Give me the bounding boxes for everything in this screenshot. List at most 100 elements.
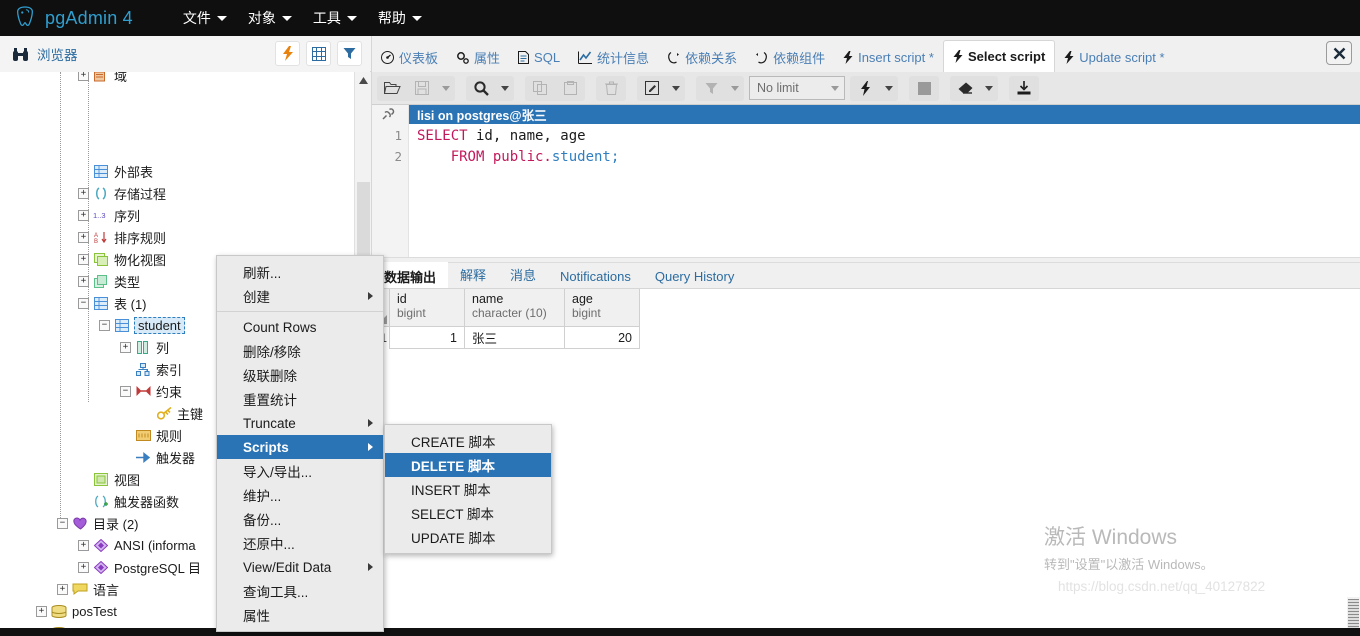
tab-dashboard[interactable]: 仪表板 [372, 42, 447, 72]
menu-help[interactable]: 帮助 [368, 4, 432, 32]
context-menu-item[interactable]: 还原中... [217, 531, 383, 555]
tree-node[interactable]: + 物化视图 [78, 248, 166, 270]
submenu-item[interactable]: UPDATE 脚本 [385, 525, 551, 549]
expand-toggle-icon[interactable]: + [78, 209, 89, 221]
menu-tools[interactable]: 工具 [303, 4, 367, 32]
tree-node[interactable]: − student [99, 314, 185, 336]
filter-button[interactable] [337, 41, 362, 66]
context-menu-item[interactable]: Truncate [217, 411, 383, 435]
result-grid[interactable]: id bigint name character (10) age bigint… [372, 289, 1360, 369]
sql-code[interactable]: SELECT id, name, age FROM public.student… [417, 126, 619, 168]
execute-dropdown-button[interactable] [880, 76, 898, 101]
tree-node[interactable]: 外部表 [78, 160, 153, 182]
collapse-toggle-icon[interactable]: − [99, 319, 110, 331]
tree-node[interactable]: 视图 [78, 468, 140, 490]
context-menu-item[interactable]: 属性 [217, 603, 383, 627]
tree-node[interactable]: − 目录 (2) [57, 512, 139, 534]
expand-toggle-icon[interactable]: + [78, 187, 89, 199]
expand-toggle-icon[interactable]: + [78, 72, 89, 81]
context-menu-item[interactable]: Scripts [217, 435, 383, 459]
collapse-toggle-icon[interactable]: − [78, 297, 89, 309]
tree-node[interactable]: 触发器 [120, 446, 195, 468]
tree-node[interactable]: + 类型 [78, 270, 140, 292]
tree-node[interactable]: + posTest [36, 600, 117, 622]
execute-button[interactable] [850, 76, 880, 101]
context-menu-item[interactable]: 查询工具... [217, 579, 383, 603]
context-menu-item[interactable]: View/Edit Data [217, 555, 383, 579]
delete-button[interactable] [596, 76, 626, 101]
scripts-submenu[interactable]: CREATE 脚本 DELETE 脚本 INSERT 脚本 SELECT 脚本 UPDA… [384, 424, 552, 554]
expand-toggle-icon[interactable]: + [78, 561, 89, 573]
cell-id[interactable]: 1 [390, 327, 465, 349]
collapse-toggle-icon[interactable]: − [120, 385, 131, 397]
expand-toggle-icon[interactable]: + [78, 275, 89, 287]
filter-rows-button[interactable] [696, 76, 726, 101]
tree-node[interactable]: 主键 [141, 402, 203, 424]
menu-file[interactable]: 文件 [173, 4, 237, 32]
context-menu-item[interactable]: 备份... [217, 507, 383, 531]
clear-dropdown-button[interactable] [980, 76, 998, 101]
tab-explain[interactable]: 解释 [448, 261, 498, 288]
column-header-age[interactable]: age bigint [565, 289, 640, 327]
submenu-item[interactable]: DELETE 脚本 [385, 453, 551, 477]
column-header-id[interactable]: id bigint [390, 289, 465, 327]
context-menu-item[interactable]: Count Rows [217, 315, 383, 339]
edit-button[interactable] [637, 76, 667, 101]
context-menu-item[interactable]: 创建 [217, 284, 383, 308]
context-menu-item[interactable]: 删除/移除 [217, 339, 383, 363]
tab-properties[interactable]: 属性 [447, 42, 509, 72]
context-menu-item[interactable]: 级联删除 [217, 363, 383, 387]
tree-node[interactable]: + 列 [120, 336, 169, 358]
cell-age[interactable]: 20 [565, 327, 640, 349]
expand-toggle-icon[interactable]: + [78, 253, 89, 265]
tree-node[interactable]: 索引 [120, 358, 182, 380]
collapse-toggle-icon[interactable]: − [57, 517, 68, 529]
context-menu-item[interactable]: 导入/导出... [217, 459, 383, 483]
tab-update-script[interactable]: Update script * [1055, 42, 1173, 72]
expand-toggle-icon[interactable]: + [78, 231, 89, 243]
tab-messages[interactable]: 消息 [498, 261, 548, 288]
cell-name[interactable]: 张三 [465, 327, 565, 349]
close-panel-button[interactable] [1326, 41, 1352, 65]
table-row[interactable]: 1 1 张三 20 [372, 327, 1360, 349]
tab-dependencies[interactable]: 依赖关系 [658, 42, 746, 72]
expand-toggle-icon[interactable]: + [78, 539, 89, 551]
expand-toggle-icon[interactable]: + [36, 605, 47, 617]
tree-node[interactable]: + 域 [78, 72, 127, 86]
sql-editor[interactable]: 1 2 lisi on postgres@张三 SELECT id, name,… [372, 105, 1360, 257]
tab-select-script[interactable]: Select script [942, 40, 1056, 72]
tree-node[interactable]: + ANSI (informa [78, 534, 196, 556]
paste-button[interactable] [555, 76, 585, 101]
context-menu-item[interactable]: 维护... [217, 483, 383, 507]
tab-statistics[interactable]: 统计信息 [569, 42, 658, 72]
download-button[interactable] [1009, 76, 1039, 101]
grid-view-button[interactable] [306, 41, 331, 66]
tree-node[interactable]: − 表 (1) [78, 292, 147, 314]
copy-button[interactable] [525, 76, 555, 101]
quick-execute-button[interactable] [275, 41, 300, 66]
find-dropdown-button[interactable] [496, 76, 514, 101]
context-menu-item[interactable]: 刷新... [217, 260, 383, 284]
row-limit-select[interactable]: No limit [749, 76, 845, 100]
menu-object[interactable]: 对象 [238, 4, 302, 32]
expand-toggle-icon[interactable]: + [57, 583, 68, 595]
open-file-button[interactable] [377, 76, 407, 101]
tree-node[interactable]: 触发器函数 [78, 490, 179, 512]
column-header-name[interactable]: name character (10) [465, 289, 565, 327]
save-dropdown-button[interactable] [437, 76, 455, 101]
tab-dependents[interactable]: 依赖组件 [746, 42, 834, 72]
pin-icon[interactable] [372, 105, 402, 125]
tree-node[interactable]: +1..3 序列 [78, 204, 140, 226]
clear-button[interactable] [950, 76, 980, 101]
tree-node[interactable]: − 约束 [120, 380, 182, 402]
tree-node[interactable]: + PostgreSQL 目 [78, 556, 201, 578]
tree-node[interactable]: + A B 排序规则 [78, 226, 166, 248]
submenu-item[interactable]: INSERT 脚本 [385, 477, 551, 501]
tab-query-history[interactable]: Query History [643, 265, 746, 288]
tab-notifications[interactable]: Notifications [548, 265, 643, 288]
context-menu-item[interactable]: 重置统计 [217, 387, 383, 411]
save-file-button[interactable] [407, 76, 437, 101]
scroll-up-icon[interactable] [355, 72, 371, 89]
tab-sql[interactable]: SQL [509, 42, 569, 72]
tree-node[interactable]: + 存储过程 [78, 182, 166, 204]
